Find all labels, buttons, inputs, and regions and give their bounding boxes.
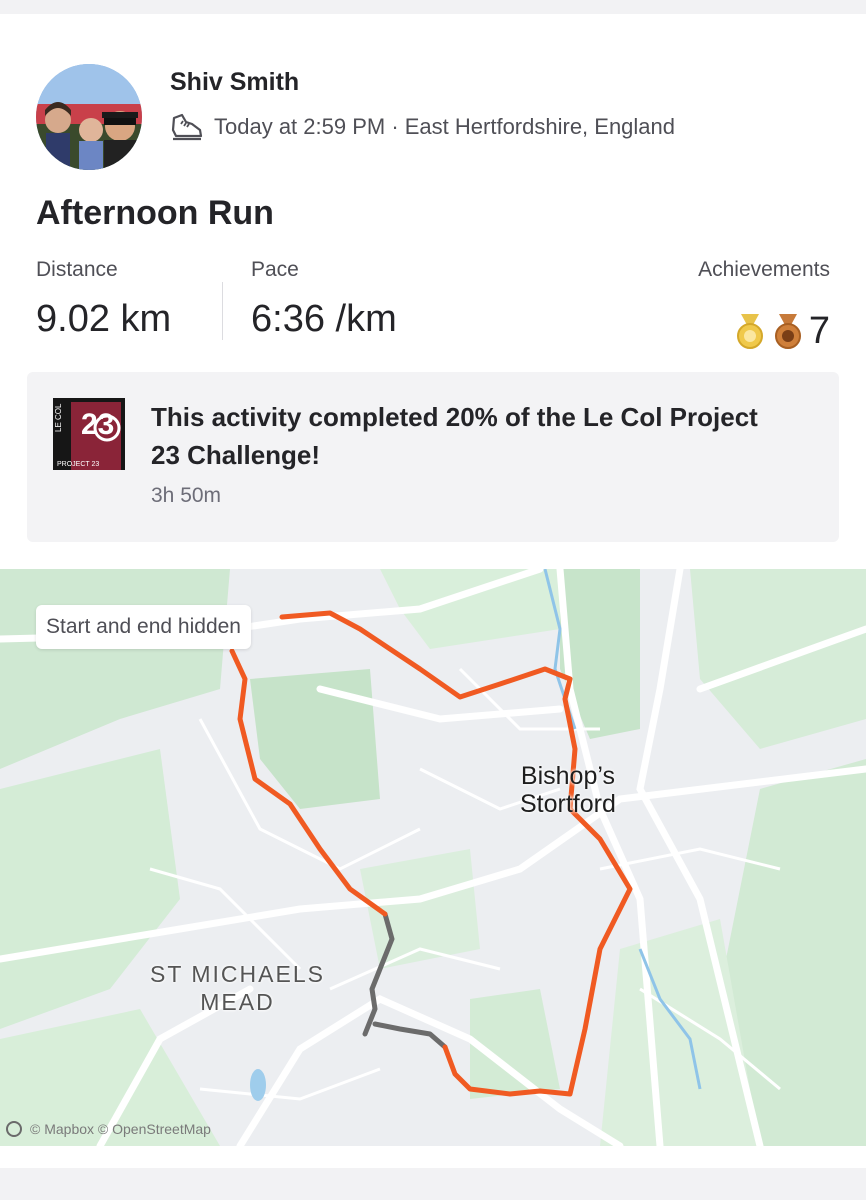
- stat-divider: [222, 282, 223, 340]
- achievements-label: Achievements: [698, 258, 830, 281]
- mapbox-logo-icon: [6, 1121, 22, 1137]
- challenge-time: 3h 50m: [151, 484, 222, 507]
- route-map[interactable]: © Mapbox © OpenStreetMap: [0, 569, 866, 1146]
- challenge-banner[interactable]: 23 LE COL PROJECT 23 This activity compl…: [27, 372, 839, 542]
- pace-label: Pace: [251, 258, 299, 281]
- athlete-name[interactable]: Shiv Smith: [170, 68, 299, 97]
- running-shoe-icon: [171, 113, 203, 141]
- bronze-medal-icon: [774, 313, 801, 349]
- challenge-text: This activity completed 20% of the Le Co…: [151, 402, 758, 470]
- badge-bottom-text: PROJECT 23: [57, 461, 99, 468]
- start-end-hidden-label: Start and end hidden: [36, 605, 251, 649]
- town-small-line1: ST MICHAELS: [150, 961, 325, 987]
- town-main-line1: Bishop’s: [520, 762, 615, 790]
- avatar[interactable]: [36, 64, 142, 170]
- badge-top-text: LE COL: [54, 403, 63, 432]
- town-small-line2: MEAD: [200, 989, 275, 1015]
- pace-value: 6:36 /km: [251, 298, 397, 340]
- gold-medal-icon: [736, 313, 763, 349]
- map-attribution[interactable]: © Mapbox © OpenStreetMap: [6, 1121, 211, 1137]
- distance-value: 9.02 km: [36, 298, 172, 340]
- achievements-count: 7: [808, 310, 830, 352]
- activity-meta: Today at 2:59 PM · East Hertfordshire, E…: [170, 112, 675, 142]
- distance-label: Distance: [36, 258, 118, 281]
- challenge-badge: 23 LE COL PROJECT 23: [53, 398, 125, 470]
- town-main-line2: Stortford: [520, 790, 616, 818]
- map-canvas: [0, 569, 866, 1146]
- activity-meta-text: Today at 2:59 PM · East Hertfordshire, E…: [214, 114, 676, 139]
- town-label-bishops-stortford: Bishop’s Stortford: [520, 762, 616, 818]
- activity-title[interactable]: Afternoon Run: [36, 194, 274, 233]
- attribution-text: © Mapbox © OpenStreetMap: [30, 1121, 211, 1137]
- town-label-st-michaels-mead: ST MICHAELS MEAD: [150, 960, 325, 1016]
- achievements[interactable]: 7: [735, 310, 830, 353]
